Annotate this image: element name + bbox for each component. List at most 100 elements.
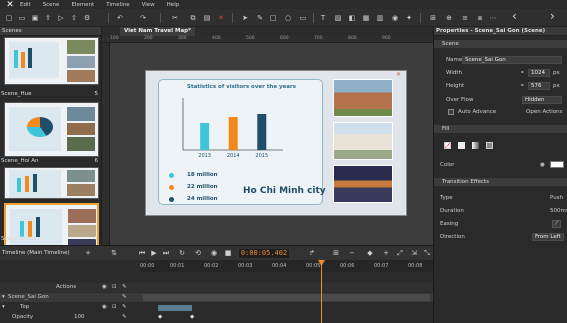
timeline-options-icon[interactable]: ⇅ xyxy=(110,249,118,257)
playhead[interactable] xyxy=(321,260,322,323)
post-office-photo[interactable] xyxy=(333,122,393,160)
record-icon[interactable]: ◉ xyxy=(210,249,218,257)
scene-thumbnail[interactable] xyxy=(4,167,99,199)
menu-timeline[interactable]: Timeline xyxy=(106,2,129,8)
keyframe-mode-icon[interactable]: ↱ xyxy=(308,249,316,257)
undo-icon[interactable]: ↶ xyxy=(115,13,125,23)
pin-icon[interactable]: ✎ xyxy=(122,303,127,312)
layers-icon[interactable]: ⧈ xyxy=(475,13,485,23)
solid-fill-icon[interactable] xyxy=(458,142,465,149)
select-arrow-icon[interactable]: ➤ xyxy=(240,13,250,23)
video-tool-icon[interactable]: ▦ xyxy=(361,13,371,23)
fit-icon[interactable]: ⤢ xyxy=(396,249,404,257)
preview-icon[interactable]: ▷ xyxy=(56,13,66,23)
eyedropper-icon[interactable]: ● xyxy=(540,162,545,168)
transition-section-header[interactable]: Transition Effects xyxy=(434,178,567,186)
menu-view[interactable]: View xyxy=(142,2,155,8)
timeline-row-top[interactable]: ▾ Top ◉ ⊡ ✎ xyxy=(0,303,433,312)
paste-icon[interactable]: ▤ xyxy=(202,13,212,23)
new-file-icon[interactable]: ▢ xyxy=(4,13,14,23)
pin-icon[interactable]: ✎ xyxy=(122,313,127,322)
direction-select[interactable]: From Left xyxy=(532,233,564,241)
shape-tool-icon[interactable]: ◧ xyxy=(347,13,357,23)
settings-icon[interactable]: ⚙ xyxy=(82,13,92,23)
open-actions-button[interactable]: Open Actions xyxy=(526,109,563,115)
lock-icon[interactable]: ⊡ xyxy=(112,303,117,312)
play-icon[interactable]: ▶ xyxy=(150,249,158,257)
height-input[interactable]: 576 xyxy=(528,82,550,90)
expand-icon[interactable]: ⤡ xyxy=(423,249,431,257)
slide-canvas[interactable]: Statistics of visitors over the years 20… xyxy=(145,70,407,216)
opacity-value[interactable]: 100 xyxy=(74,313,85,322)
menu-edit[interactable]: Edit xyxy=(20,2,31,8)
ellipse-tool-icon[interactable]: ○ xyxy=(283,13,293,23)
menu-element[interactable]: Element xyxy=(71,2,94,8)
rounded-rect-tool-icon[interactable]: ▭ xyxy=(298,13,308,23)
timeline-row-scene[interactable]: ▾ Scene_Sai Gon ✎ xyxy=(0,293,433,302)
more-tools-icon[interactable]: ⋯ xyxy=(488,13,498,23)
delete-icon[interactable]: ✕ xyxy=(216,13,226,23)
name-input[interactable]: Scene_Sai Gon xyxy=(462,56,562,64)
zoom-in-icon[interactable]: + xyxy=(382,249,390,257)
cathedral-photo[interactable] xyxy=(333,79,393,117)
scene-label-row[interactable]: Scene_Sai Gon 7 xyxy=(0,236,102,244)
pin-icon[interactable]: ✎ xyxy=(122,283,127,292)
scene-label-row[interactable]: Scene_Hoi An 6 xyxy=(0,158,102,166)
pin-icon[interactable]: ✎ xyxy=(122,293,127,302)
animation-block[interactable] xyxy=(158,305,192,311)
duration-value[interactable]: 500ms xyxy=(550,208,567,214)
gradient-fill-icon[interactable] xyxy=(472,142,479,149)
rectangle-tool-icon[interactable]: □ xyxy=(268,13,278,23)
widget-tool-icon[interactable]: ✦ xyxy=(404,13,414,23)
nav-forward-icon[interactable]: › xyxy=(550,9,555,23)
scene-section-header[interactable]: Scene xyxy=(434,40,567,48)
export-icon[interactable]: ⇪ xyxy=(43,13,53,23)
scene-label-row[interactable]: Scene_Hue 5 xyxy=(0,91,102,99)
skip-end-icon[interactable]: ⏭ xyxy=(162,249,170,257)
grid-snap-icon[interactable]: ⊞ xyxy=(332,249,340,257)
skip-start-icon[interactable]: ⏮ xyxy=(138,249,146,257)
image-tool-icon[interactable]: ▨ xyxy=(333,13,343,23)
add-timeline-icon[interactable]: + xyxy=(84,249,92,257)
scene-thumbnail[interactable] xyxy=(4,37,99,85)
keyframe-icon[interactable]: ◆ xyxy=(190,313,194,322)
zoom-icon[interactable]: ⊕ xyxy=(444,13,454,23)
timeline-row-opacity[interactable]: Opacity 100 ✎ ◆ ◆ xyxy=(0,313,433,322)
app-logo-icon[interactable]: ✕ xyxy=(0,0,20,10)
collapse-icon[interactable]: ⇲ xyxy=(410,249,418,257)
fill-section-header[interactable]: Fill xyxy=(434,125,567,133)
save-icon[interactable]: ▣ xyxy=(30,13,40,23)
zoom-out-icon[interactable]: − xyxy=(348,249,356,257)
align-icon[interactable]: ≡ xyxy=(460,13,470,23)
auto-advance-checkbox[interactable] xyxy=(448,109,454,115)
scene-thumbnail[interactable] xyxy=(4,102,99,157)
menu-scene[interactable]: Scene xyxy=(43,2,60,8)
nav-back-icon[interactable]: ‹ xyxy=(512,9,517,23)
table-tool-icon[interactable]: ▥ xyxy=(375,13,385,23)
timecode-display[interactable]: 0:00:05.402 xyxy=(239,249,289,258)
text-tool-icon[interactable]: T xyxy=(318,13,328,23)
easing-curve-icon[interactable]: ⟋ xyxy=(552,220,561,228)
chart-card[interactable]: Statistics of visitors over the years 20… xyxy=(158,79,326,205)
overflow-select[interactable]: Hidden xyxy=(522,96,562,104)
open-folder-icon[interactable]: ▭ xyxy=(17,13,27,23)
loop-icon[interactable]: ↻ xyxy=(178,249,186,257)
publish-icon[interactable]: ⇧ xyxy=(69,13,79,23)
pen-tool-icon[interactable]: ✎ xyxy=(255,13,265,23)
link-icon[interactable]: ⚭ xyxy=(520,70,525,76)
zoom-slider-icon[interactable]: ◆ xyxy=(366,249,374,257)
no-fill-icon[interactable] xyxy=(444,142,451,149)
menu-help[interactable]: Help xyxy=(167,2,180,8)
width-input[interactable]: 1024 xyxy=(528,69,550,77)
lock-icon[interactable]: ⊡ xyxy=(112,283,117,292)
close-icon[interactable]: ✕ xyxy=(396,71,401,78)
expand-arrow-icon[interactable]: ▾ xyxy=(2,293,5,302)
color-swatch[interactable] xyxy=(550,161,564,168)
keyframe-icon[interactable]: ◆ xyxy=(158,313,162,322)
visibility-icon[interactable]: ◉ xyxy=(102,303,107,312)
city-night-photo[interactable] xyxy=(333,165,393,203)
link-icon[interactable]: ⚭ xyxy=(520,83,525,89)
image-fill-icon[interactable] xyxy=(486,142,493,149)
stop-icon[interactable]: ■ xyxy=(224,249,232,257)
copy-icon[interactable]: ⧉ xyxy=(188,13,198,23)
